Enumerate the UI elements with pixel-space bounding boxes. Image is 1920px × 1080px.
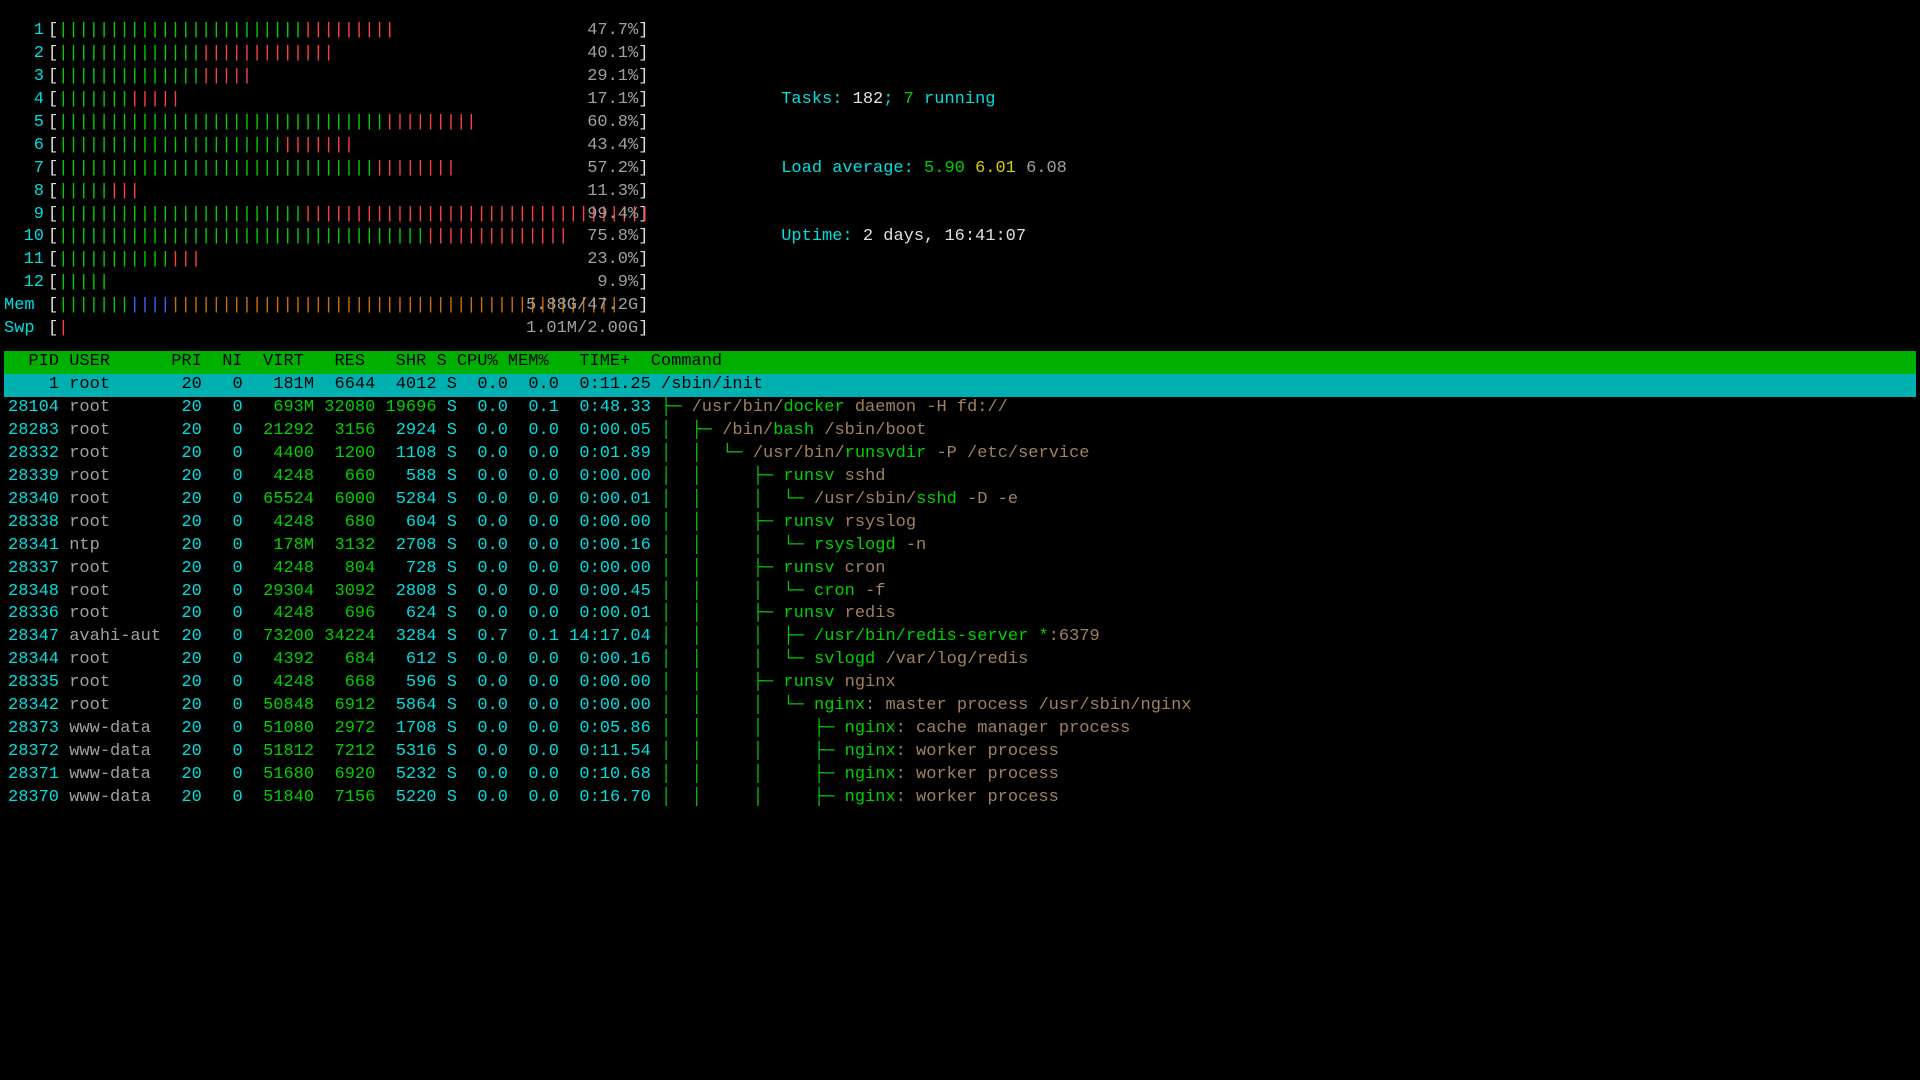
process-list[interactable]: 1 root 20 0 181M 6644 4012 S 0.0 0.0 0:1… (4, 374, 1916, 810)
load-average-line: Load average: 5.90 6.01 6.08 (720, 135, 1067, 158)
process-row[interactable]: 28332 root 20 0 4400 1200 1108 S 0.0 0.0… (4, 443, 1916, 466)
process-row[interactable]: 28371 www-data 20 0 51680 6920 5232 S 0.… (4, 764, 1916, 787)
process-row[interactable]: 28340 root 20 0 65524 6000 5284 S 0.0 0.… (4, 489, 1916, 512)
process-row[interactable]: 28336 root 20 0 4248 696 624 S 0.0 0.0 0… (4, 603, 1916, 626)
process-row[interactable]: 28339 root 20 0 4248 660 588 S 0.0 0.0 0… (4, 466, 1916, 489)
process-row[interactable]: 28335 root 20 0 4248 668 596 S 0.0 0.0 0… (4, 672, 1916, 695)
meter-row: 12[|||||9.9%] (4, 272, 1916, 295)
process-header[interactable]: PID USER PRI NI VIRT RES SHR S CPU% MEM%… (4, 351, 1916, 374)
process-row[interactable]: 28373 www-data 20 0 51080 2972 1708 S 0.… (4, 718, 1916, 741)
htop-screen[interactable]: 1[|||||||||||||||||||||||||||||||||47.7%… (0, 0, 1920, 810)
process-row[interactable]: 28338 root 20 0 4248 680 604 S 0.0 0.0 0… (4, 512, 1916, 535)
process-row[interactable]: 28283 root 20 0 21292 3156 2924 S 0.0 0.… (4, 420, 1916, 443)
process-row[interactable]: 28372 www-data 20 0 51812 7212 5316 S 0.… (4, 741, 1916, 764)
process-row[interactable]: 28348 root 20 0 29304 3092 2808 S 0.0 0.… (4, 581, 1916, 604)
process-row[interactable]: 28347 avahi-aut 20 0 73200 34224 3284 S … (4, 626, 1916, 649)
process-row[interactable]: 28344 root 20 0 4392 684 612 S 0.0 0.0 0… (4, 649, 1916, 672)
process-row[interactable]: 1 root 20 0 181M 6644 4012 S 0.0 0.0 0:1… (4, 374, 1916, 397)
process-row[interactable]: 28370 www-data 20 0 51840 7156 5220 S 0.… (4, 787, 1916, 810)
process-row[interactable]: 28104 root 20 0 693M 32080 19696 S 0.0 0… (4, 397, 1916, 420)
process-row[interactable]: 28342 root 20 0 50848 6912 5864 S 0.0 0.… (4, 695, 1916, 718)
uptime-line: Uptime: 2 days, 16:41:07 (720, 204, 1067, 227)
meter-row: Mem[||||||||||||||||||||||||||||||||||||… (4, 295, 1916, 318)
system-info: Tasks: 182; 7 running Load average: 5.90… (720, 20, 1067, 272)
process-row[interactable]: 28341 ntp 20 0 178M 3132 2708 S 0.0 0.0 … (4, 535, 1916, 558)
process-row[interactable]: 28337 root 20 0 4248 804 728 S 0.0 0.0 0… (4, 558, 1916, 581)
meter-row: Swp[|1.01M/2.00G] (4, 318, 1916, 341)
tasks-line: Tasks: 182; 7 running (720, 66, 1067, 89)
